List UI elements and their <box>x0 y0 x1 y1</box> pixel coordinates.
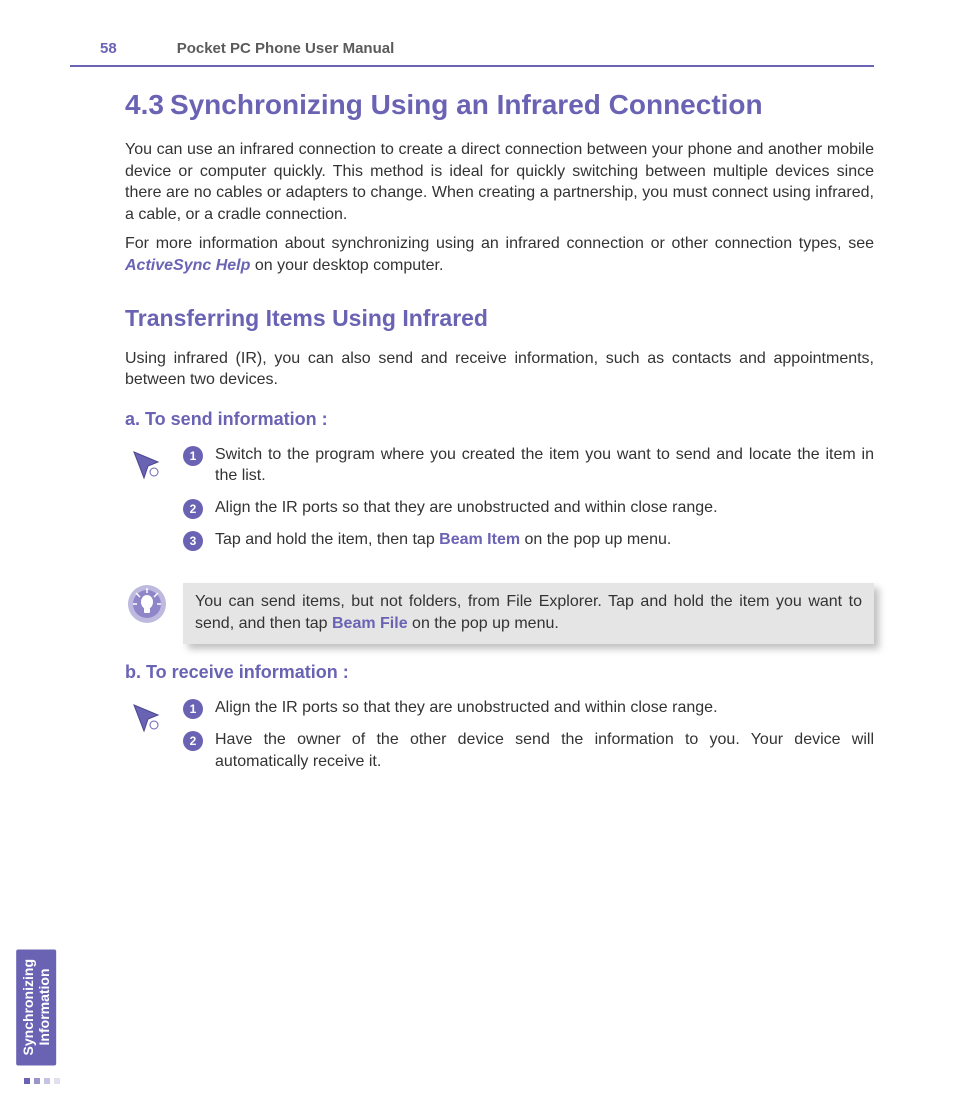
step-3-pre: Tap and hold the item, then tap <box>215 531 439 548</box>
list-item: 3 Tap and hold the item, then tap Beam I… <box>183 529 874 551</box>
send-heading: a. To send information : <box>125 409 874 430</box>
intro-paragraph-1: You can use an infrared connection to cr… <box>125 139 874 225</box>
step-text: Tap and hold the item, then tap Beam Ite… <box>215 529 874 551</box>
list-item: 1 Switch to the program where you create… <box>183 444 874 487</box>
receive-heading: b. To receive information : <box>125 662 874 683</box>
page-body: 4.3 Synchronizing Using an Infrared Conn… <box>70 67 874 782</box>
list-item: 2 Have the owner of the other device sen… <box>183 729 874 772</box>
page: 58 Pocket PC Phone User Manual 4.3 Synch… <box>0 0 954 1113</box>
lightbulb-icon <box>125 583 169 625</box>
tip-box: You can send items, but not folders, fro… <box>183 583 874 644</box>
step-number-badge: 2 <box>183 499 203 519</box>
step-number-badge: 1 <box>183 699 203 719</box>
receive-steps-list: 1 Align the IR ports so that they are un… <box>183 697 874 782</box>
pointer-icon <box>125 444 169 561</box>
chapter-side-tab: Synchronizing Information <box>16 949 56 1065</box>
section-heading: 4.3 Synchronizing Using an Infrared Conn… <box>125 89 874 121</box>
intro-2-pre: For more information about synchronizing… <box>125 235 874 252</box>
intro-2-post: on your desktop computer. <box>250 257 443 274</box>
footer-ornament <box>18 1073 954 1089</box>
page-header: 58 Pocket PC Phone User Manual <box>70 40 874 67</box>
send-steps-block: 1 Switch to the program where you create… <box>125 444 874 561</box>
step-number-badge: 3 <box>183 531 203 551</box>
intro-paragraph-2: For more information about synchronizing… <box>125 233 874 276</box>
step-number-badge: 1 <box>183 446 203 466</box>
receive-steps-block: 1 Align the IR ports so that they are un… <box>125 697 874 782</box>
tip-row: You can send items, but not folders, fro… <box>125 583 874 644</box>
step-text: Have the owner of the other device send … <box>215 729 874 772</box>
beam-item-label: Beam Item <box>439 531 520 548</box>
send-steps-list: 1 Switch to the program where you create… <box>183 444 874 561</box>
activesync-help-link: ActiveSync Help <box>125 257 250 274</box>
step-text: Align the IR ports so that they are unob… <box>215 697 874 719</box>
section-title: Synchronizing Using an Infrared Connecti… <box>170 89 763 121</box>
page-number: 58 <box>100 40 117 57</box>
step-number-badge: 2 <box>183 731 203 751</box>
step-3-post: on the pop up menu. <box>520 531 671 548</box>
document-title: Pocket PC Phone User Manual <box>177 40 395 57</box>
pointer-icon <box>125 697 169 782</box>
list-item: 1 Align the IR ports so that they are un… <box>183 697 874 719</box>
beam-file-label: Beam File <box>332 615 408 632</box>
step-text: Align the IR ports so that they are unob… <box>215 497 874 519</box>
side-tab-line-2: Information <box>36 968 52 1045</box>
list-item: 2 Align the IR ports so that they are un… <box>183 497 874 519</box>
section-number: 4.3 <box>125 89 164 121</box>
subsection-heading: Transferring Items Using Infrared <box>125 305 874 332</box>
tip-post: on the pop up menu. <box>408 615 559 632</box>
side-tab-line-1: Synchronizing <box>20 959 36 1055</box>
step-text: Switch to the program where you created … <box>215 444 874 487</box>
subsection-paragraph: Using infrared (IR), you can also send a… <box>125 348 874 391</box>
